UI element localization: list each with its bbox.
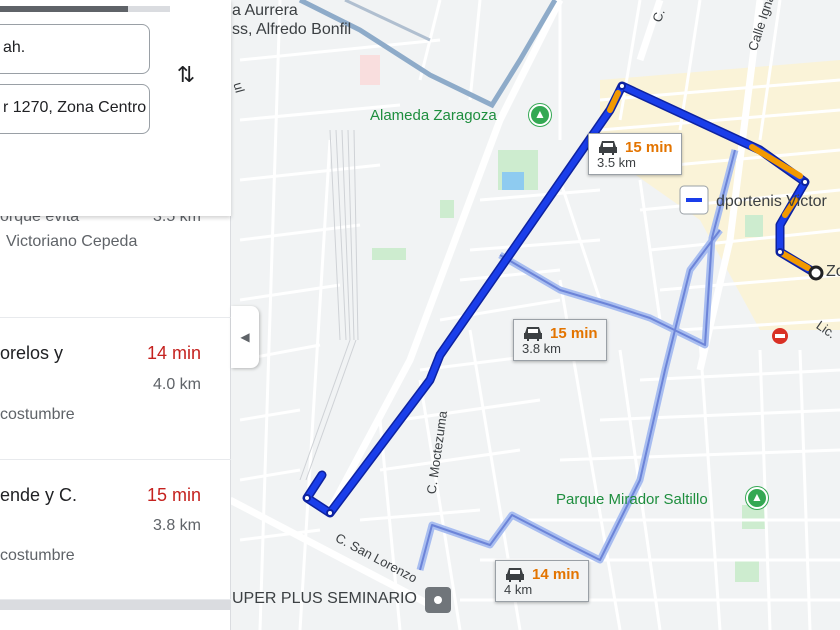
- loading-progress-bar: [0, 6, 170, 12]
- route-card-time: 14 min: [532, 565, 580, 583]
- origin-field[interactable]: ah.: [0, 24, 150, 74]
- route-card-distance: 4 km: [504, 582, 533, 597]
- route-option-distance: 3.8 km: [152, 517, 201, 534]
- route-option-via: Victoriano Cepeda: [6, 233, 138, 250]
- route-card-alt-1[interactable]: 15 min 3.8 km: [513, 319, 607, 361]
- route-card-time: 15 min: [625, 138, 673, 156]
- panel-horizontal-scrollbar[interactable]: [0, 600, 231, 610]
- swap-vertical-icon: ⇅: [176, 62, 196, 87]
- route-card-time: 15 min: [550, 324, 598, 342]
- route-card-distance: 3.8 km: [522, 341, 562, 356]
- car-icon: [522, 324, 544, 342]
- route-option-time: 14 min: [146, 343, 201, 363]
- park-pin-mirador[interactable]: [746, 487, 768, 509]
- route-option-time: 15 min: [146, 485, 201, 505]
- park-pin-alameda[interactable]: [529, 104, 551, 126]
- destination-field[interactable]: r 1270, Zona Centro: [0, 84, 150, 134]
- route-option-title: orelos y: [0, 343, 64, 363]
- label-super-plus: UPER PLUS SEMINARIO: [232, 590, 417, 607]
- route-card-primary[interactable]: 15 min 3.5 km: [588, 133, 682, 175]
- route-option-title: ende y C.: [0, 485, 78, 505]
- label-alameda[interactable]: Alameda Zaragoza: [370, 107, 497, 124]
- label-destination[interactable]: Zo: [826, 263, 840, 281]
- label-bonfil: ss, Alfredo Bonfil: [232, 21, 352, 38]
- label-aurrera: a Aurrera: [232, 2, 298, 19]
- loading-progress-fill: [0, 6, 128, 12]
- chevron-left-icon: ◀: [240, 330, 250, 344]
- route-option-1[interactable]: orque evita 3.5 km Victoriano Cepeda: [0, 200, 231, 318]
- swap-directions-button[interactable]: ⇅: [172, 60, 200, 90]
- route-card-alt-2[interactable]: 14 min 4 km: [495, 560, 589, 602]
- route-option-distance: 4.0 km: [152, 376, 201, 393]
- route-option-2[interactable]: orelos y 14 min 4.0 km costumbre: [0, 318, 231, 460]
- directions-panel: ah. r 1270, Zona Centro ⇅ orque evita 3.…: [0, 0, 231, 630]
- label-parque-mirador[interactable]: Parque Mirador Saltillo: [556, 491, 708, 508]
- route-option-note: costumbre: [0, 406, 75, 423]
- car-icon: [597, 138, 619, 156]
- route-option-3[interactable]: ende y C. 15 min 3.8 km costumbre: [0, 460, 231, 600]
- collapse-panel-button[interactable]: ◀: [231, 306, 259, 368]
- car-icon: [504, 565, 526, 583]
- directions-header: ah. r 1270, Zona Centro ⇅: [0, 0, 231, 216]
- route-card-distance: 3.5 km: [597, 155, 637, 170]
- label-deportenis[interactable]: dportenis Victor: [716, 193, 827, 211]
- route-option-note: costumbre: [0, 547, 75, 564]
